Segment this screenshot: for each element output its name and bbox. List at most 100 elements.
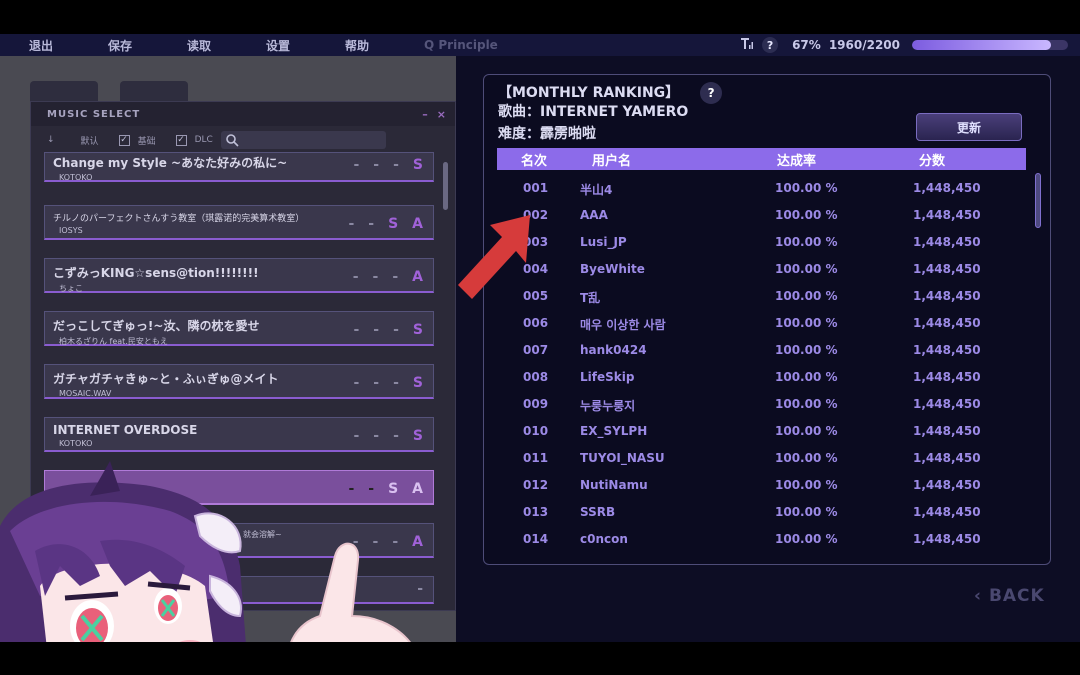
song-item[interactable]: ガチャガチャきゅ~と・ふぃぎゅ@メイト MOSAIC.WAV - - - S bbox=[44, 364, 434, 399]
music-filter-bar: ↓ 默认 ✓ 基础 ✓ DLC bbox=[31, 126, 455, 154]
filter-dlc: DLC bbox=[194, 135, 213, 145]
ranking-row: 001 半山4 100.00 % 1,448,450 bbox=[497, 175, 1026, 202]
cell-rank: 009 bbox=[523, 397, 549, 411]
cell-rate: 100.00 % bbox=[775, 505, 838, 519]
cell-rank: 010 bbox=[523, 424, 549, 438]
ranking-area: 【MONTHLY RANKING】 ? 歌曲：INTERNET YAMERO 难… bbox=[456, 56, 1080, 642]
song-title: ガチャガチャきゅ~と・ふぃぎゅ@メイト bbox=[53, 372, 279, 386]
grade-mark: - bbox=[393, 428, 399, 444]
cell-user: SSRB bbox=[580, 505, 616, 519]
menu-settings[interactable]: 设置 bbox=[266, 37, 345, 54]
grade-mark: - bbox=[373, 428, 380, 444]
cell-score: 1,448,450 bbox=[913, 208, 981, 222]
menu-save[interactable]: 保存 bbox=[108, 37, 187, 54]
sort-arrow-icon[interactable]: ↓ bbox=[47, 135, 55, 145]
help-icon[interactable]: ? bbox=[762, 37, 779, 53]
menu-exit[interactable]: 退出 bbox=[29, 37, 108, 54]
cell-rank: 008 bbox=[523, 370, 549, 384]
song-grades: - - S A bbox=[348, 216, 423, 232]
grade-mark: - bbox=[353, 375, 360, 391]
grade-mark: - bbox=[373, 157, 380, 173]
grade-mark: - bbox=[393, 157, 399, 173]
menu-principle[interactable]: Q Principle bbox=[424, 38, 498, 52]
ranking-row: 007 hank0424 100.00 % 1,448,450 bbox=[497, 337, 1026, 364]
song-item[interactable]: だっこしてぎゅっ!~汝、隣の枕を愛せ 柏木るざりん feat.民安ともえ - -… bbox=[44, 311, 434, 346]
dlc-checkbox[interactable]: ✓ bbox=[175, 134, 187, 146]
top-menu-bar: 退出 保存 读取 设置 帮助 Q Principle ? 67% 1960/22… bbox=[0, 34, 1080, 56]
grade-mark: S bbox=[388, 216, 399, 232]
cell-rate: 100.00 % bbox=[775, 478, 838, 492]
grade-mark: - bbox=[373, 322, 380, 338]
ranking-row: 009 누룽누룽지 100.00 % 1,448,450 bbox=[497, 391, 1026, 418]
cell-score: 1,448,450 bbox=[913, 343, 981, 357]
cell-user: 매우 이상한 사람 bbox=[580, 318, 666, 332]
cell-rank: 006 bbox=[523, 316, 549, 330]
cell-score: 1,448,450 bbox=[913, 181, 981, 195]
ranking-row: 014 c0ncon 100.00 % 1,448,450 bbox=[497, 526, 1026, 553]
cell-user: NutiNamu bbox=[580, 478, 648, 492]
cell-rank: 014 bbox=[523, 532, 549, 546]
menu-help[interactable]: 帮助 bbox=[345, 37, 424, 54]
ranking-help-icon[interactable]: ? bbox=[700, 82, 723, 104]
cell-rate: 100.00 % bbox=[775, 316, 838, 330]
cell-rank: 012 bbox=[523, 478, 549, 492]
ranking-row: 008 LifeSkip 100.00 % 1,448,450 bbox=[497, 364, 1026, 391]
cell-rank: 013 bbox=[523, 505, 549, 519]
cell-rank: 001 bbox=[523, 181, 549, 195]
song-list-scrollbar[interactable] bbox=[443, 162, 448, 210]
grade-mark: - bbox=[392, 269, 399, 285]
refresh-button[interactable]: 更新 bbox=[916, 113, 1022, 141]
ranking-song: 歌曲：INTERNET YAMERO bbox=[498, 104, 689, 120]
cell-rate: 100.00 % bbox=[775, 343, 838, 357]
cell-rate: 100.00 % bbox=[775, 262, 838, 276]
filter-basic: 基础 bbox=[137, 136, 156, 147]
filter-default[interactable]: 默认 bbox=[81, 134, 99, 147]
cell-user: c0ncon bbox=[580, 532, 628, 546]
cell-score: 1,448,450 bbox=[913, 316, 981, 330]
ranking-row: 002 AAA 100.00 % 1,448,450 bbox=[497, 202, 1026, 229]
song-title: こずみっKING☆sens@tion!!!!!!!! bbox=[53, 266, 259, 280]
song-grades: - - - S bbox=[353, 157, 423, 173]
search-input[interactable] bbox=[220, 131, 386, 149]
progress-bar-fill bbox=[912, 40, 1051, 50]
cell-user: LifeSkip bbox=[580, 370, 635, 384]
song-item[interactable]: INTERNET OVERDOSE KOTOKO - - - S bbox=[44, 417, 434, 452]
ranking-title: 【MONTHLY RANKING】 bbox=[498, 85, 680, 101]
grade-mark: - bbox=[373, 375, 380, 391]
progress-percent: 67% bbox=[792, 38, 821, 52]
cell-rate: 100.00 % bbox=[775, 397, 838, 411]
song-title: チルノのパーフェクトさんすう教室（琪露诺的完美算术教室） bbox=[53, 214, 303, 224]
window-controls: – × bbox=[422, 108, 447, 121]
grade-mark: S bbox=[412, 322, 423, 338]
cell-score: 1,448,450 bbox=[913, 289, 981, 303]
cell-rate: 100.00 % bbox=[775, 370, 838, 384]
ranking-row: 010 EX_SYLPH 100.00 % 1,448,450 bbox=[497, 418, 1026, 445]
minimize-button[interactable]: – bbox=[422, 108, 429, 121]
ranking-scrollbar[interactable] bbox=[1035, 173, 1041, 228]
grade-mark: S bbox=[412, 428, 423, 444]
header-user: 用户名 bbox=[592, 154, 632, 169]
progress-bar bbox=[912, 40, 1068, 50]
character-illustration bbox=[0, 461, 411, 642]
cell-user: TUYOI_NASU bbox=[580, 451, 665, 465]
ranking-table-header: 名次 用户名 达成率 分数 bbox=[497, 148, 1026, 170]
cell-score: 1,448,450 bbox=[913, 451, 981, 465]
basic-checkbox[interactable]: ✓ bbox=[118, 134, 130, 146]
song-item[interactable]: こずみっKING☆sens@tion!!!!!!!! ちょこ - - - A bbox=[44, 258, 434, 293]
header-rate: 达成率 bbox=[777, 154, 817, 169]
grade-mark: - bbox=[353, 322, 360, 338]
cell-rank: 007 bbox=[523, 343, 549, 357]
song-grades: - - - S bbox=[353, 322, 423, 338]
back-button[interactable]: ‹ BACK bbox=[974, 586, 1045, 606]
menu-load[interactable]: 读取 bbox=[187, 37, 266, 54]
grade-mark: A bbox=[412, 269, 423, 285]
cell-rate: 100.00 % bbox=[775, 532, 838, 546]
ranking-row: 006 매우 이상한 사람 100.00 % 1,448,450 bbox=[497, 310, 1026, 337]
grade-mark: A bbox=[412, 216, 423, 232]
cell-user: 누룽누룽지 bbox=[580, 399, 636, 413]
cell-rate: 100.00 % bbox=[775, 289, 838, 303]
ranking-row: 013 SSRB 100.00 % 1,448,450 bbox=[497, 499, 1026, 526]
song-item[interactable]: Change my Style ~あなた好みの私に~ KOTOKO - - - … bbox=[44, 152, 434, 182]
song-item[interactable]: チルノのパーフェクトさんすう教室（琪露诺的完美算术教室） IOSYS - - S… bbox=[44, 205, 434, 240]
close-button[interactable]: × bbox=[437, 108, 447, 121]
